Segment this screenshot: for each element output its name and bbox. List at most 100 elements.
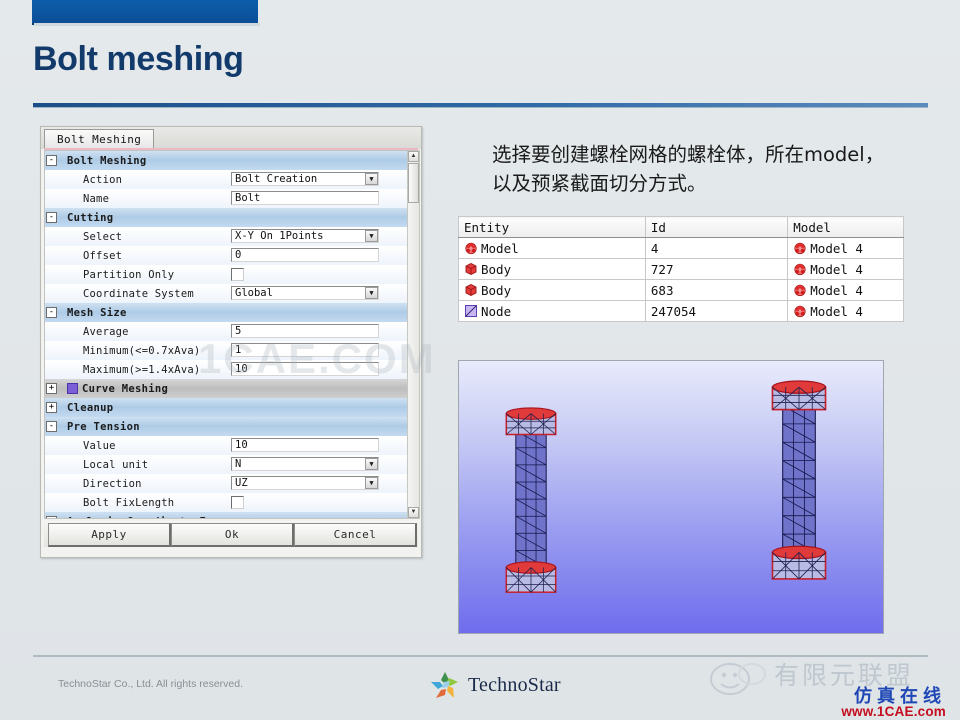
property-row-offset[interactable]: Offset 0	[45, 246, 419, 265]
direction-dropdown[interactable]: UZ ▼	[231, 476, 379, 490]
cell-id: 4	[644, 237, 789, 259]
table-row[interactable]: Model 4 Model 4	[458, 237, 904, 259]
cancel-button[interactable]: Cancel	[294, 523, 417, 547]
title-divider-hairline	[33, 107, 928, 108]
model-viewport[interactable]	[458, 360, 884, 634]
group-label: Mesh Size	[67, 306, 127, 319]
collapse-toggle-icon[interactable]: -	[46, 155, 57, 166]
property-label: Name	[83, 192, 110, 205]
select-dropdown-value: X-Y On 1Points	[235, 229, 324, 242]
property-row-coordinate-system[interactable]: Coordinate System Global ▼	[45, 284, 419, 303]
collapse-toggle-icon[interactable]: -	[46, 307, 57, 318]
scroll-up-arrow[interactable]: ▲	[408, 151, 419, 162]
property-row-local-unit[interactable]: Local unit N ▼	[45, 455, 419, 474]
select-dropdown[interactable]: X-Y On 1Points ▼	[231, 229, 379, 243]
apply-button[interactable]: Apply	[48, 523, 171, 547]
property-list-scrollbar[interactable]: ▲ ▼	[407, 151, 419, 518]
action-dropdown-value: Bolt Creation	[235, 172, 318, 185]
annotation-text: 选择要创建螺栓网格的螺栓体，所在model， 以及预紧截面切分方式。	[492, 140, 960, 198]
scroll-down-arrow[interactable]: ▼	[408, 507, 419, 518]
collapse-toggle-icon[interactable]: -	[46, 421, 57, 432]
offset-input[interactable]: 0	[231, 248, 379, 262]
group-label: Bolt Meshing	[67, 154, 147, 167]
table-row[interactable]: Body 683 Model 4	[458, 279, 904, 301]
column-header-entity: Entity	[458, 216, 646, 238]
model-label: Model 4	[810, 303, 863, 319]
property-label: Direction	[83, 477, 142, 490]
cell-entity: Node	[458, 300, 646, 322]
cell-entity: Model	[458, 237, 646, 259]
entity-label: Body	[481, 261, 512, 277]
property-group-cutting[interactable]: - Cutting	[45, 208, 419, 227]
partition-only-checkbox[interactable]	[231, 268, 244, 281]
expand-toggle-icon[interactable]: +	[46, 402, 57, 413]
entity-label: Model	[481, 240, 519, 256]
curve-meshing-color-swatch[interactable]	[67, 383, 78, 394]
minimum-0-7xava-input[interactable]: 1	[231, 343, 379, 357]
cell-model: Model 4	[787, 279, 904, 301]
property-list[interactable]: - Bolt Meshing Action Bolt Creation ▼ Name Bol…	[44, 150, 420, 519]
body-icon	[465, 262, 477, 276]
coordinate-system-dropdown[interactable]: Global ▼	[231, 286, 379, 300]
column-header-id: Id	[644, 216, 789, 238]
property-row-name[interactable]: Name Bolt	[45, 189, 419, 208]
cell-entity: Body	[458, 279, 646, 301]
wechat-faces-icon	[710, 663, 766, 695]
property-group-curve-meshing[interactable]: + Curve Meshing	[45, 379, 419, 398]
model-icon	[465, 242, 477, 255]
property-row-value[interactable]: Value 10	[45, 436, 419, 455]
property-row-action[interactable]: Action Bolt Creation ▼	[45, 170, 419, 189]
cell-id: 247054	[644, 300, 789, 322]
maximum-1-4xava-input[interactable]: 10	[231, 362, 379, 376]
property-row-maximum-1-4xava-[interactable]: Maximum(>=1.4xAva) 10	[45, 360, 419, 379]
property-row-partition-only[interactable]: Partition Only	[45, 265, 419, 284]
site-watermark: 有限元联盟 仿真在线 www.1CAE.com	[702, 652, 952, 719]
property-row-direction[interactable]: Direction UZ ▼	[45, 474, 419, 493]
scroll-thumb[interactable]	[408, 163, 419, 203]
cell-entity: Body	[458, 258, 646, 280]
property-label: Action	[83, 173, 123, 186]
property-row-select[interactable]: Select X-Y On 1Points ▼	[45, 227, 419, 246]
model-label: Model 4	[810, 261, 863, 277]
local-unit-dropdown[interactable]: N ▼	[231, 457, 379, 471]
body-icon	[465, 283, 477, 297]
property-row-bolt-fixlength[interactable]: Bolt FixLength	[45, 493, 419, 512]
chevron-down-icon[interactable]: ▼	[365, 287, 378, 299]
table-row[interactable]: Body 727 Model 4	[458, 258, 904, 280]
bolt-mesh-render	[505, 380, 827, 593]
collapse-toggle-icon[interactable]: -	[46, 516, 57, 518]
property-label: Local unit	[83, 458, 149, 471]
property-group-bolt-meshing[interactable]: - Bolt Meshing	[45, 151, 419, 170]
value-input[interactable]: 10	[231, 438, 379, 452]
property-group-mesh-size[interactable]: - Mesh Size	[45, 303, 419, 322]
bolt-meshing-dialog: Bolt Meshing - Bolt Meshing Action Bolt Cre…	[40, 126, 422, 558]
chevron-down-icon[interactable]: ▼	[365, 230, 378, 242]
property-label: Minimum(<=0.7xAva)	[83, 344, 201, 357]
slide-canvas: Bolt meshing Bolt Meshing - Bolt Meshing A…	[0, 0, 960, 720]
local-unit-dropdown-value: N	[235, 457, 242, 470]
chevron-down-icon[interactable]: ▼	[365, 458, 378, 470]
entity-table: Entity Id Model Model 4 Model 4 Body 727 Mode…	[458, 216, 904, 322]
name-input[interactable]: Bolt	[231, 191, 379, 205]
chevron-down-icon[interactable]: ▼	[365, 477, 378, 489]
average-input[interactable]: 5	[231, 324, 379, 338]
property-group-analysis-coordinate-frame[interactable]: - Analysis Coordinate Frame	[45, 512, 419, 518]
header-accent-bar	[32, 0, 258, 25]
entity-label: Body	[481, 282, 512, 298]
tab-bolt-meshing[interactable]: Bolt Meshing	[44, 129, 155, 149]
action-dropdown[interactable]: Bolt Creation ▼	[231, 172, 379, 186]
property-group-pre-tension[interactable]: - Pre Tension	[45, 417, 419, 436]
property-row-minimum-0-7xava-[interactable]: Minimum(<=0.7xAva) 1	[45, 341, 419, 360]
model-label: Model 4	[810, 282, 863, 298]
property-label: Select	[83, 230, 123, 243]
collapse-toggle-icon[interactable]: -	[46, 212, 57, 223]
property-row-average[interactable]: Average 5	[45, 322, 419, 341]
chevron-down-icon[interactable]: ▼	[365, 173, 378, 185]
ok-button[interactable]: Ok	[171, 523, 294, 547]
expand-toggle-icon[interactable]: +	[46, 383, 57, 394]
property-rows: - Bolt Meshing Action Bolt Creation ▼ Name Bol…	[45, 151, 419, 518]
bolt-fixlength-checkbox[interactable]	[231, 496, 244, 509]
property-group-cleanup[interactable]: + Cleanup	[45, 398, 419, 417]
table-row[interactable]: Node 247054 Model 4	[458, 300, 904, 322]
technostar-pinwheel-icon	[431, 672, 458, 698]
